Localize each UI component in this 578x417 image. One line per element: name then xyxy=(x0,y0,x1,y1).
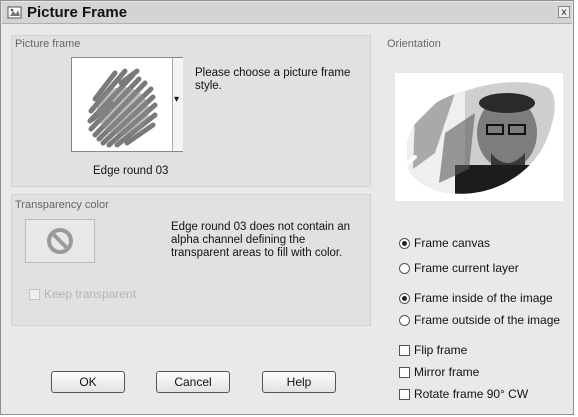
rotate-frame-label: Rotate frame 90° CW xyxy=(414,387,529,401)
keep-transparent-checkbox[interactable]: Keep transparent xyxy=(29,287,136,302)
rotate-frame-checkbox[interactable]: Rotate frame 90° CW xyxy=(399,387,528,402)
frame-style-hint: Please choose a picture frame style. xyxy=(195,67,351,92)
keep-transparent-label: Keep transparent xyxy=(44,287,137,301)
frame-outside-radio-dot xyxy=(399,315,410,326)
frame-current-layer-label: Frame current layer xyxy=(414,261,519,275)
title-bar[interactable]: Picture Frame x xyxy=(2,2,572,24)
picture-frame-app-icon xyxy=(7,6,22,19)
flip-frame-box xyxy=(399,345,410,356)
flip-frame-label: Flip frame xyxy=(414,343,468,357)
transparency-color-swatch xyxy=(25,219,95,263)
frame-preview-image xyxy=(87,68,158,148)
picture-frame-dialog: Picture Frame x Picture frame ▾ Please c… xyxy=(0,0,574,415)
cancel-button[interactable]: Cancel xyxy=(156,371,230,393)
frame-canvas-radio[interactable]: Frame canvas xyxy=(399,236,490,251)
frame-canvas-label: Frame canvas xyxy=(414,236,491,250)
frame-outside-radio[interactable]: Frame outside of the image xyxy=(399,313,560,328)
frame-inside-label: Frame inside of the image xyxy=(414,291,553,305)
ok-button[interactable]: OK xyxy=(51,371,125,393)
close-button[interactable]: x xyxy=(558,6,570,18)
mirror-frame-box xyxy=(399,367,410,378)
orientation-preview xyxy=(395,73,565,201)
frame-canvas-radio-dot xyxy=(399,238,410,249)
selected-frame-name: Edge round 03 xyxy=(93,165,169,177)
orientation-group-label: Orientation xyxy=(387,38,441,50)
mirror-frame-checkbox[interactable]: Mirror frame xyxy=(399,365,479,380)
close-icon: x xyxy=(561,7,567,18)
rotate-frame-box xyxy=(399,389,410,400)
chevron-down-icon: ▾ xyxy=(174,94,180,105)
picture-frame-group xyxy=(11,35,371,187)
no-symbol-icon xyxy=(47,228,73,254)
frame-outside-label: Frame outside of the image xyxy=(414,313,561,327)
frame-style-picker[interactable]: ▾ xyxy=(71,57,183,152)
mirror-frame-label: Mirror frame xyxy=(414,365,480,379)
dialog-title: Picture Frame xyxy=(27,4,128,21)
flip-frame-checkbox[interactable]: Flip frame xyxy=(399,343,467,358)
transparency-group-label: Transparency color xyxy=(15,199,109,211)
transparency-message: Edge round 03 does not contain an alpha … xyxy=(171,221,351,259)
frame-inside-radio-dot xyxy=(399,293,410,304)
help-button[interactable]: Help xyxy=(262,371,336,393)
frame-inside-radio[interactable]: Frame inside of the image xyxy=(399,291,553,306)
frame-current-layer-radio-dot xyxy=(399,263,410,274)
keep-transparent-box xyxy=(29,289,40,300)
framed-photo-preview xyxy=(395,77,565,199)
picture-frame-group-label: Picture frame xyxy=(15,38,81,50)
frame-current-layer-radio[interactable]: Frame current layer xyxy=(399,261,519,276)
frame-style-dropdown-toggle[interactable]: ▾ xyxy=(172,58,183,151)
